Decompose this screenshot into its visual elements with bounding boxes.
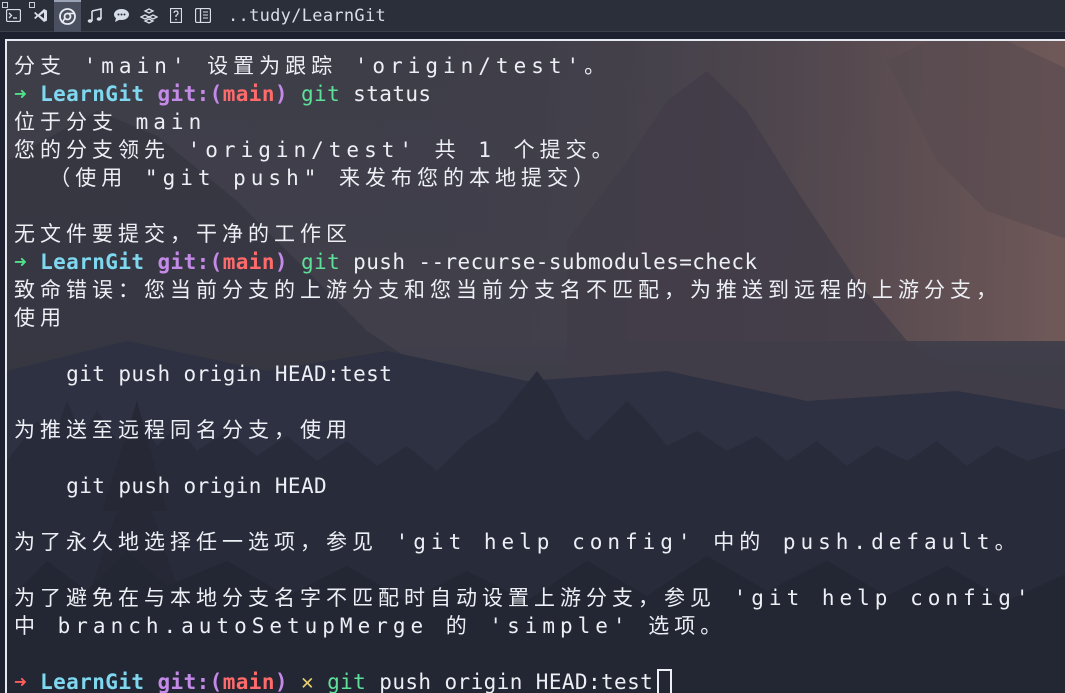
workspace-indicator <box>29 1 35 8</box>
git-branch: main <box>222 670 275 693</box>
reader-glyph <box>194 8 211 23</box>
prompt-directory: LearnGit <box>40 82 145 106</box>
output-line: 使用 <box>14 306 66 330</box>
chat-glyph <box>114 9 129 22</box>
git-suffix: ) <box>274 250 288 274</box>
music-icon[interactable] <box>81 0 108 32</box>
reader-icon[interactable] <box>189 0 216 32</box>
taskbar: ..tudy/LearnGit <box>0 0 1065 32</box>
terminal-output: 分支 'main' 设置为跟踪 'origin/test'。 ➜ LearnGi… <box>14 52 1034 693</box>
git-prefix: git:( <box>157 250 223 274</box>
command-args: status <box>340 82 432 106</box>
vscode-icon[interactable] <box>27 0 54 32</box>
vscode-glyph <box>34 9 47 22</box>
terminal-window[interactable]: 分支 'main' 设置为跟踪 'origin/test'。 ➜ LearnGi… <box>5 39 1065 693</box>
git-branch: main <box>222 250 275 274</box>
command-input[interactable]: push origin HEAD:test <box>366 670 653 693</box>
output-line: 为推送至远程同名分支，使用 <box>14 418 352 442</box>
workspace-indicator <box>2 1 8 8</box>
help-icon[interactable] <box>162 0 189 32</box>
prompt-directory: LearnGit <box>40 670 145 693</box>
output-line: （使用 "git push" 来发布您的本地提交） <box>14 166 600 190</box>
terminal-icon[interactable] <box>0 0 27 32</box>
git-prefix: git:( <box>157 670 223 693</box>
output-line: git push origin HEAD:test <box>14 362 393 386</box>
dirty-mark-icon: ✕ <box>301 670 315 693</box>
help-glyph <box>169 8 182 23</box>
output-line: git push origin HEAD <box>14 474 328 498</box>
output-line: 为了永久地选择任一选项，参见 'git help config' 中的 push… <box>14 530 1021 554</box>
output-line: 无文件要提交，干净的工作区 <box>14 222 352 246</box>
chrome-glyph <box>59 8 76 25</box>
git-branch: main <box>222 82 275 106</box>
prompt-directory: LearnGit <box>40 250 145 274</box>
prompt-arrow: ➜ <box>14 670 28 693</box>
output-line: 您的分支领先 'origin/test' 共 1 个提交。 <box>14 138 618 162</box>
output-line: 位于分支 main <box>14 110 207 134</box>
prompt-line: ➜ LearnGit git:(main) git status <box>14 80 1034 108</box>
window-title: ..tudy/LearnGit <box>228 5 387 26</box>
command-name: git <box>301 82 341 106</box>
apps-glyph <box>139 7 158 24</box>
terminal-glyph <box>6 9 21 22</box>
output-line: 为了避免在与本地分支名字不匹配时自动设置上游分支，参见 'git help co… <box>14 586 1034 610</box>
text-cursor <box>657 669 673 693</box>
prompt-arrow: ➜ <box>14 82 28 106</box>
git-suffix: ) <box>274 670 288 693</box>
music-glyph <box>87 7 102 23</box>
apps-grid-icon[interactable] <box>135 0 162 32</box>
command-name: git <box>301 250 341 274</box>
git-prefix: git:( <box>157 82 223 106</box>
git-suffix: ) <box>274 82 288 106</box>
output-line: 中 branch.autoSetupMerge 的 'simple' 选项。 <box>14 614 727 638</box>
command-name: git <box>327 670 367 693</box>
error-line: 致命错误：您当前分支的上游分支和您当前分支名不匹配，为推送到远程的上游分支， <box>14 278 1002 302</box>
active-prompt-line[interactable]: ➜ LearnGit git:(main) ✕ git push origin … <box>14 668 1034 693</box>
chat-icon[interactable] <box>108 0 135 32</box>
output-line: 分支 'main' 设置为跟踪 'origin/test'。 <box>14 54 611 78</box>
chrome-icon[interactable] <box>54 0 81 32</box>
prompt-line: ➜ LearnGit git:(main) git push --recurse… <box>14 248 1034 276</box>
command-args: push --recurse-submodules=check <box>340 250 758 274</box>
prompt-arrow: ➜ <box>14 250 28 274</box>
